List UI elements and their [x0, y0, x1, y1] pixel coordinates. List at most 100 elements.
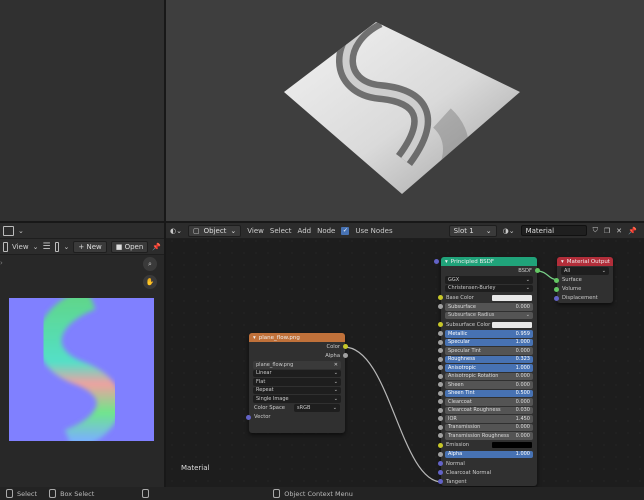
bsdf-slider-metallic[interactable]: Metallic 0.959 [438, 330, 533, 338]
socket-alpha[interactable] [343, 353, 348, 358]
socket-roughness[interactable] [438, 356, 443, 362]
collapse-arrow-icon[interactable]: ▾ [561, 259, 564, 265]
bsdf-slider-clearcoat-roughness[interactable]: Clearcoat Roughness 0.030 [438, 406, 533, 414]
socket-volume[interactable] [554, 286, 559, 292]
socket-color[interactable] [343, 344, 348, 349]
slider-label: Metallic [448, 330, 468, 337]
socket-anisotropic-rotation[interactable] [438, 373, 443, 379]
material-output-node[interactable]: ▾ Material Output All ⌄ Surface Volume Di… [554, 257, 613, 303]
output-target-dropdown[interactable]: All ⌄ [561, 267, 609, 275]
subsurface-method-dropdown[interactable]: Christensen-Burley ⌄ [445, 284, 533, 292]
extension-dropdown[interactable]: Repeat ⌄ [253, 386, 341, 394]
interpolation-dropdown[interactable]: Linear ⌄ [253, 369, 341, 377]
status-context-menu: Object Context Menu [284, 489, 353, 498]
bsdf-node-header[interactable]: ▾ Principled BSDF [441, 257, 537, 266]
input-subsurface-color: Subsurface Color [438, 320, 537, 329]
bsdf-slider-anisotropic-rotation[interactable]: Anisotropic Rotation 0.000 [438, 372, 533, 380]
bsdf-slider-specular-tint[interactable]: Specular Tint 0.000 [438, 347, 533, 355]
socket-sheen[interactable] [438, 382, 443, 387]
input-base-color: Base Color [438, 293, 537, 302]
mouse-middle-icon [142, 489, 150, 498]
slider-value: 0.000 [515, 432, 530, 439]
subsurface-radius-dropdown[interactable]: Subsurface Radius ⌄ [434, 259, 533, 319]
input-surface: Surface [554, 276, 613, 285]
socket-subsurface-color[interactable] [438, 322, 443, 327]
projection-dropdown[interactable]: Flat ⌄ [253, 378, 341, 386]
socket-bsdf[interactable] [535, 268, 540, 273]
slider-value: 0.030 [515, 407, 530, 414]
input-clearcoat-normal: Clearcoat Normal [438, 468, 537, 477]
input-normal: Normal [438, 459, 537, 468]
unlink-x-icon[interactable]: ✕ [334, 362, 338, 368]
output-node-header[interactable]: ▾ Material Output [557, 257, 613, 266]
bsdf-slider-specular[interactable]: Specular 1.000 [438, 338, 533, 346]
mouse-right-icon [273, 489, 281, 498]
socket-clearcoat-normal[interactable] [438, 470, 443, 475]
collapse-arrow-icon[interactable]: ▾ [445, 259, 448, 265]
output-color: Color [249, 342, 348, 351]
socket-surface[interactable] [554, 277, 559, 283]
socket-subsurface-radius[interactable] [434, 259, 439, 264]
image-node-header[interactable]: ▾ plane_flow.png [249, 333, 345, 342]
subsurface-color-swatch[interactable] [492, 321, 532, 328]
socket-base-color[interactable] [438, 295, 443, 300]
bsdf-slider-subsurface[interactable]: Subsurface 0.000 [438, 303, 533, 311]
socket-clearcoat-roughness[interactable] [438, 407, 443, 413]
bsdf-slider-anisotropic[interactable]: Anisotropic 1.000 [438, 364, 533, 372]
status-box-select: Box Select [60, 489, 95, 498]
slider-value: 0.959 [515, 330, 530, 337]
link-color-to-base-color [343, 346, 443, 483]
socket-sheen-tint[interactable] [438, 390, 443, 396]
input-volume: Volume [554, 285, 613, 294]
slider-value: 1.450 [515, 415, 530, 422]
socket-tangent[interactable] [438, 479, 443, 484]
bsdf-sliders: Metallic 0.959 Specular 1.000 Specular Tint 0… [438, 330, 537, 440]
bsdf-slider-transmission[interactable]: Transmission 0.000 [438, 423, 533, 431]
socket-anisotropic[interactable] [438, 365, 443, 370]
image-texture-node[interactable]: ▾ plane_flow.png Color Alpha plane_flow.… [246, 333, 348, 433]
color-space-row: Color Space sRGB ⌄ [249, 404, 345, 413]
color-space-dropdown[interactable]: sRGB ⌄ [294, 404, 340, 412]
slider-label: Specular Tint [448, 347, 481, 354]
input-vector: Vector [246, 413, 345, 422]
slider-label: Anisotropic Rotation [448, 373, 499, 380]
collapse-arrow-icon[interactable]: ▾ [253, 335, 256, 341]
bsdf-slider-clearcoat[interactable]: Clearcoat 0.000 [438, 398, 533, 406]
socket-specular-tint[interactable] [438, 348, 443, 353]
status-bar: Select Box Select Object Context Menu [0, 487, 644, 500]
principled-bsdf-node[interactable]: ▾ Principled BSDF BSDF GGX ⌄ Christensen-… [434, 257, 540, 486]
socket-vector[interactable] [246, 414, 251, 420]
socket-transmission-roughness[interactable] [438, 433, 443, 438]
socket-displacement[interactable] [554, 295, 559, 301]
bsdf-slider-sheen[interactable]: Sheen 0.000 [438, 381, 533, 389]
alpha-slider[interactable]: Alpha 1.000 [438, 450, 533, 458]
bsdf-slider-ior[interactable]: IOR 1.450 [438, 415, 533, 423]
socket-alpha[interactable] [438, 451, 443, 457]
base-color-swatch[interactable] [492, 294, 532, 301]
slider-value: 0.500 [515, 390, 530, 397]
socket-emission[interactable] [438, 442, 443, 448]
socket-specular[interactable] [438, 339, 443, 345]
emission-swatch[interactable] [492, 442, 532, 448]
socket-metallic[interactable] [438, 331, 443, 336]
socket-clearcoat[interactable] [438, 399, 443, 404]
image-datablock-field[interactable]: plane_flow.png ✕ [253, 361, 341, 369]
socket-ior[interactable] [438, 416, 443, 421]
mouse-drag-icon [49, 489, 57, 498]
socket-normal[interactable] [438, 461, 443, 466]
source-dropdown[interactable]: Single Image ⌄ [253, 395, 341, 403]
bsdf-slider-roughness[interactable]: Roughness 0.323 [438, 355, 533, 363]
slider-label: Transmission [448, 424, 481, 431]
bsdf-slider-transmission-roughness[interactable]: Transmission Roughness 0.000 [438, 432, 533, 440]
slider-value: 0.000 [515, 347, 530, 354]
socket-transmission[interactable] [438, 424, 443, 430]
socket-subsurface[interactable] [438, 304, 443, 309]
slider-value: 0.000 [515, 303, 530, 310]
slider-label: Clearcoat Roughness [448, 407, 501, 414]
slider-value: 1.000 [515, 339, 530, 346]
distribution-dropdown[interactable]: GGX ⌄ [445, 276, 533, 284]
bsdf-slider-sheen-tint[interactable]: Sheen Tint 0.500 [438, 389, 533, 397]
slider-label: Subsurface [448, 303, 476, 310]
slider-value: 0.323 [515, 356, 530, 363]
slider-value: 0.000 [515, 398, 530, 405]
